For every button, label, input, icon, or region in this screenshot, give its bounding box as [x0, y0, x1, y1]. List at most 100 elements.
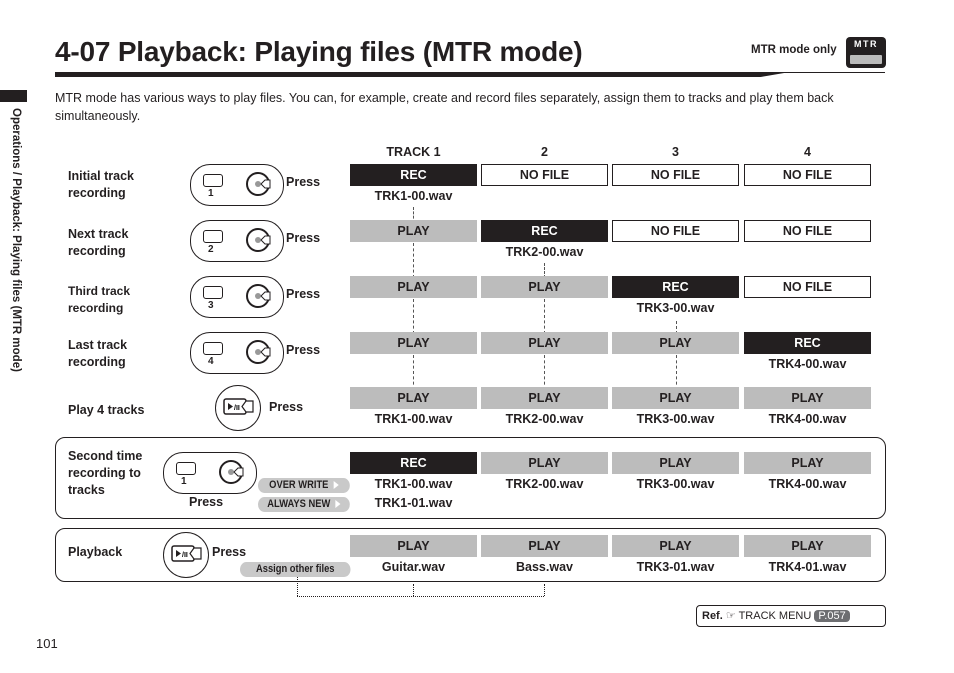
option-always-new[interactable]: ALWAYS NEW — [258, 497, 350, 512]
mtr-badge-label: MTR — [854, 39, 878, 49]
play-pause-button[interactable]: /II — [215, 385, 261, 431]
option-label: OVER WRITE — [269, 479, 329, 491]
option-over-write[interactable]: OVER WRITE — [258, 478, 350, 493]
connector-line — [413, 355, 414, 390]
track-state-cell: NO FILE — [744, 220, 871, 242]
track-number: 1 — [208, 188, 214, 199]
svg-text:/II: /II — [182, 552, 188, 559]
press-label: Press — [286, 287, 321, 301]
file-name: TRK2-00.wav — [505, 477, 584, 491]
track-state-cell: PLAY — [612, 332, 739, 354]
track-1-rec-buttons[interactable]: 1 — [190, 164, 284, 206]
rec-button-icon[interactable] — [245, 283, 271, 309]
rec-button-icon[interactable] — [245, 339, 271, 365]
svg-text:/II: /II — [234, 405, 240, 412]
row-label-second-time: Second time recording to tracks — [68, 449, 143, 497]
track-3-button[interactable] — [203, 286, 223, 299]
intro-paragraph: MTR mode has various ways to play files.… — [55, 91, 834, 123]
ref-menu: TRACK MENU — [738, 610, 812, 622]
track-state-cell: REC — [350, 164, 477, 186]
file-name: Guitar.wav — [381, 560, 446, 574]
track-state-cell: REC — [612, 276, 739, 298]
track-state-cell: PLAY — [612, 387, 739, 409]
play-pause-icon: /II — [171, 545, 202, 562]
track-state-cell: REC — [350, 452, 477, 474]
track-state-cell: NO FILE — [481, 164, 608, 186]
connector-line — [676, 355, 677, 390]
file-name: TRK4-00.wav — [768, 412, 847, 426]
file-name: TRK2-00.wav — [505, 245, 584, 259]
track-4-button[interactable] — [203, 342, 223, 355]
column-header-track-4: 4 — [804, 145, 811, 159]
file-name: TRK3-01.wav — [636, 560, 715, 574]
track-state-cell: PLAY — [350, 220, 477, 242]
ref-prefix: Ref. — [702, 610, 723, 622]
track-state-cell: PLAY — [481, 452, 608, 474]
title-underline-thick — [55, 72, 790, 77]
track-state-cell: PLAY — [350, 332, 477, 354]
track-state-cell: REC — [481, 220, 608, 242]
arrow-right-icon — [333, 481, 339, 490]
track-1-button[interactable] — [176, 462, 196, 475]
track-state-cell: PLAY — [350, 387, 477, 409]
file-name: TRK4-01.wav — [768, 560, 847, 574]
connector-line — [544, 355, 545, 390]
side-tab-marker — [0, 90, 27, 102]
row-label-step-1: Initial track recording — [68, 169, 134, 200]
track-state-cell: NO FILE — [744, 164, 871, 186]
mtr-badge-strip — [850, 55, 882, 64]
file-name: Bass.wav — [516, 560, 573, 574]
track-number: 1 — [181, 476, 187, 487]
press-label: Press — [212, 545, 247, 559]
track-number: 4 — [208, 356, 214, 367]
track-state-cell: NO FILE — [612, 164, 739, 186]
pointing-hand-icon: ☞ — [725, 610, 736, 622]
track-state-cell: PLAY — [350, 535, 477, 557]
file-name: TRK3-00.wav — [636, 477, 715, 491]
track-4-rec-buttons[interactable]: 4 — [190, 332, 284, 374]
track-state-cell: PLAY — [481, 535, 608, 557]
track-state-cell: NO FILE — [744, 276, 871, 298]
file-name: TRK1-00.wav — [374, 189, 453, 203]
file-name: TRK4-00.wav — [768, 477, 847, 491]
row-label-playback: Playback — [68, 545, 123, 559]
file-name: TRK3-00.wav — [636, 412, 715, 426]
track-2-button[interactable] — [203, 230, 223, 243]
row-label-step-3: Third track recording — [68, 284, 131, 315]
column-header-track-2: 2 — [541, 145, 548, 159]
track-number: 3 — [208, 300, 214, 311]
press-label: Press — [286, 343, 321, 357]
track-number: 2 — [208, 244, 214, 255]
row-label-step-2: Next track recording — [68, 227, 129, 258]
file-name: TRK4-00.wav — [768, 357, 847, 371]
track-state-cell: PLAY — [744, 535, 871, 557]
rec-button-icon[interactable] — [245, 227, 271, 253]
track-state-cell: PLAY — [744, 387, 871, 409]
page-number: 101 — [36, 636, 58, 651]
track-state-cell: NO FILE — [612, 220, 739, 242]
track-1-button[interactable] — [203, 174, 223, 187]
assign-connector — [297, 596, 544, 597]
track-state-cell: PLAY — [744, 452, 871, 474]
connector-line — [544, 299, 545, 334]
row-label-step-4: Last track recording — [68, 338, 128, 369]
connector-line — [413, 243, 414, 278]
file-name: TRK1-00.wav — [374, 412, 453, 426]
track-3-rec-buttons[interactable]: 3 — [190, 276, 284, 318]
rec-button-icon[interactable] — [218, 459, 244, 485]
press-label: Press — [189, 495, 224, 509]
page-title: 4-07 Playback: Playing files (MTR mode) — [55, 36, 583, 67]
ref-page-link[interactable]: P.057 — [814, 610, 850, 622]
assign-other-files-option[interactable]: Assign other files — [240, 562, 351, 577]
file-name: TRK1-00.wav — [374, 477, 453, 491]
track-1-rec-buttons[interactable]: 1 — [163, 452, 257, 494]
assign-connector — [413, 584, 414, 596]
track-state-cell: PLAY — [481, 276, 608, 298]
play-pause-button[interactable]: /II — [163, 532, 209, 578]
column-header-track-3: 3 — [672, 145, 679, 159]
rec-button-icon[interactable] — [245, 171, 271, 197]
arrow-right-icon — [335, 500, 341, 509]
press-label: Press — [286, 175, 321, 189]
file-name: TRK3-00.wav — [636, 301, 715, 315]
track-2-rec-buttons[interactable]: 2 — [190, 220, 284, 262]
